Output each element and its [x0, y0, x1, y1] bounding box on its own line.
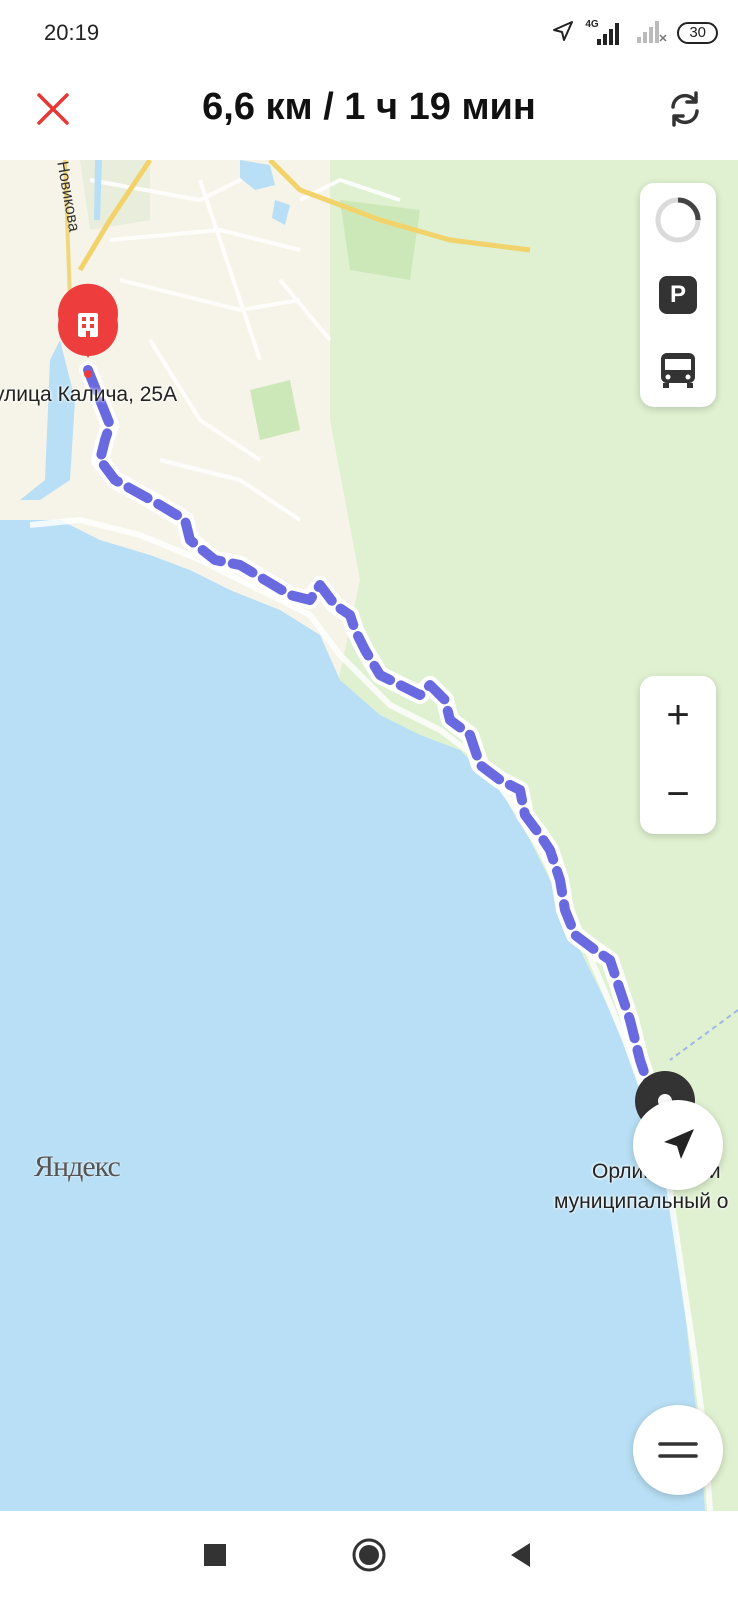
- menu-button[interactable]: [633, 1405, 723, 1495]
- zoom-panel: + −: [640, 676, 716, 834]
- map-canvas: [0, 160, 738, 1511]
- home-button[interactable]: [345, 1531, 393, 1579]
- route-summary-title: 6,6 км / 1 ч 19 мин: [202, 86, 536, 128]
- transit-bus-icon: [661, 353, 695, 388]
- battery-icon: 30: [677, 22, 718, 44]
- navigation-arrow-icon: [664, 1129, 694, 1159]
- signal-no-sim-icon: [635, 17, 667, 50]
- system-nav-bar: [0, 1511, 738, 1599]
- map-layers-panel: P: [640, 183, 716, 407]
- destination-label: улица Калича, 25А: [0, 383, 178, 406]
- refresh-icon: [671, 91, 699, 127]
- status-time: 20:19: [44, 20, 100, 45]
- my-location-button[interactable]: [633, 1100, 723, 1190]
- home-icon: [352, 1538, 386, 1572]
- parking-layer-button[interactable]: P: [640, 258, 716, 332]
- parking-letter: P: [669, 281, 686, 308]
- back-icon: [511, 1543, 530, 1567]
- status-bar: 20:19 4G 30: [0, 0, 738, 70]
- traffic-layer-button[interactable]: [640, 183, 716, 257]
- status-icons: 4G 30: [551, 18, 718, 48]
- location-arrow-icon: [551, 19, 575, 48]
- signal-4g-icon: 4G: [585, 19, 625, 47]
- yandex-watermark: Яндекс: [34, 1150, 121, 1183]
- parking-icon: P: [659, 276, 697, 314]
- map-view[interactable]: Новикова улица Калича, 25А Орлиновский м…: [0, 160, 738, 1511]
- traffic-icon: [655, 197, 701, 243]
- recent-apps-button[interactable]: [191, 1531, 239, 1579]
- route-header: 6,6 км / 1 ч 19 мин: [0, 70, 738, 160]
- menu-icon: [658, 1442, 698, 1458]
- recent-apps-icon: [204, 1544, 226, 1566]
- zoom-out-button[interactable]: −: [640, 755, 716, 834]
- start-area-label-line2: муниципальный о: [554, 1190, 729, 1213]
- refresh-button[interactable]: [660, 84, 710, 134]
- back-button[interactable]: [497, 1531, 545, 1579]
- transit-layer-button[interactable]: [640, 333, 716, 407]
- zoom-in-button[interactable]: +: [640, 676, 716, 755]
